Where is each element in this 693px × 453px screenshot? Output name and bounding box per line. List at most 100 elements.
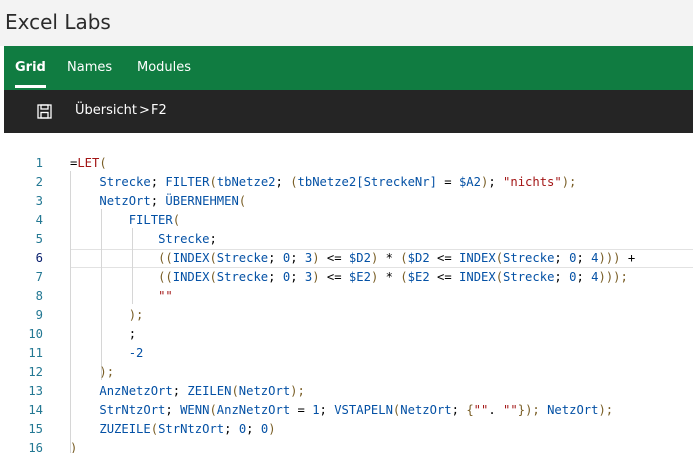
code-token: Strecke [503, 270, 555, 284]
code-text: ) [70, 439, 77, 453]
code-token: Strecke [216, 270, 269, 284]
code-token: ( [150, 422, 159, 436]
code-token: ; [576, 251, 592, 265]
code-token: ; [150, 175, 166, 189]
code-line[interactable]: 11 -2 [4, 344, 693, 363]
tab-grid[interactable]: Grid [15, 46, 46, 90]
breadcrumb-sheet[interactable]: Übersicht [75, 103, 137, 118]
code-token: ( [495, 270, 504, 284]
editor-toolbar: Übersicht > F2 [4, 90, 693, 133]
code-token: ( [400, 251, 408, 265]
code-text: Strecke; [70, 230, 217, 249]
code-token: ( [209, 251, 217, 265]
line-number: 16 [28, 441, 43, 453]
code-token: FILTER [165, 175, 210, 189]
code-token: ; [268, 270, 283, 284]
code-token: Strecke [99, 175, 151, 189]
code-token: <= [429, 270, 460, 284]
breadcrumb-separator: > [139, 103, 150, 118]
title-bar: Excel Labs [0, 0, 693, 46]
line-number: 5 [35, 232, 43, 246]
code-token: 1 [312, 403, 320, 417]
line-number: 13 [28, 384, 43, 398]
save-icon[interactable] [37, 104, 52, 119]
code-token: ; [554, 270, 570, 284]
code-line[interactable]: 14 StrNtzOrt; WENN(AnzNetzOrt = 1; VSTAP… [4, 401, 693, 420]
code-token: (( [158, 270, 173, 284]
code-text: AnzNetzOrt; ZEILEN(NetzOrt); [70, 382, 305, 401]
code-token: ( [495, 251, 504, 265]
code-token: + [620, 251, 636, 265]
code-line[interactable]: 13 AnzNetzOrt; ZEILEN(NetzOrt); [4, 382, 693, 401]
code-line[interactable]: 9 ); [4, 306, 693, 325]
code-line[interactable]: 12 ); [4, 363, 693, 382]
formula-editor[interactable]: 1 =LET(2 Strecke; FILTER(tbNetze2; (tbNet… [4, 133, 693, 453]
code-token: VSTAPELN [334, 403, 393, 417]
code-token: ; [246, 422, 261, 436]
line-number: 8 [35, 289, 43, 303]
code-token: LET [77, 156, 100, 170]
breadcrumb-cell: F2 [151, 103, 167, 118]
code-line[interactable]: 1 =LET( [4, 154, 693, 173]
code-token: ( [172, 213, 181, 227]
code-token: AnzNetzOrt [216, 403, 291, 417]
code-line[interactable]: 4 FILTER( [4, 211, 693, 230]
code-token: "" [473, 403, 489, 417]
code-token: ) [312, 251, 320, 265]
code-line[interactable]: 10 ; [4, 325, 693, 344]
code-token: INDEX [172, 270, 210, 284]
code-token: Strecke [503, 251, 555, 265]
code-line[interactable]: 16) [4, 439, 693, 453]
code-token: "nichts" [503, 175, 562, 189]
code-token: ( [209, 403, 217, 417]
code-token: FILTER [128, 213, 173, 227]
tab-names[interactable]: Names [67, 46, 112, 90]
code-token: -2 [128, 346, 144, 360]
code-token: ; [150, 194, 166, 208]
code-text: ; [70, 325, 136, 344]
code-line[interactable]: 15 ZUZEILE(StrNtzOrt; 0; 0) [4, 420, 693, 439]
code-token: ; [451, 403, 467, 417]
code-token: ; [554, 251, 570, 265]
line-number: 4 [35, 213, 43, 227]
code-token: $E2 [348, 270, 371, 284]
code-token: * [378, 270, 401, 284]
code-token: ; [224, 422, 239, 436]
code-token: }); [517, 403, 540, 417]
code-token: { [466, 403, 474, 417]
code-line[interactable]: 5 Strecke; [4, 230, 693, 249]
code-token: ; [165, 403, 181, 417]
code-token: StrNtzOrt [158, 422, 225, 436]
line-number: 3 [35, 194, 43, 208]
code-token: ))) [598, 251, 621, 265]
code-token: NetzOrt [400, 403, 452, 417]
code-text: ((INDEX(Strecke; 0; 3) <= $E2) * ($E2 <=… [70, 268, 628, 287]
code-token: tbNetze2[StreckeNr] [297, 175, 437, 189]
code-line[interactable]: 3 NetzOrt; ÜBERNEHMEN( [4, 192, 693, 211]
code-token: ) [70, 441, 78, 453]
code-token: WENN [180, 403, 210, 417]
code-token: ); [128, 308, 144, 322]
code-line[interactable]: 2 Strecke; FILTER(tbNetze2; (tbNetze2[St… [4, 173, 693, 192]
line-number: 7 [35, 270, 43, 284]
line-number: 9 [35, 308, 43, 322]
code-line[interactable]: 6 ((INDEX(Strecke; 0; 3) <= $D2) * ($D2 … [4, 249, 693, 268]
code-line[interactable]: 8 "" [4, 287, 693, 306]
tab-modules[interactable]: Modules [137, 46, 191, 90]
line-number: 11 [28, 346, 43, 360]
code-text: ); [70, 306, 144, 325]
code-text: FILTER( [70, 211, 180, 230]
code-token: NetzOrt [99, 194, 151, 208]
code-token: ÜBERNEHMEN [165, 194, 239, 208]
code-line[interactable]: 7 ((INDEX(Strecke; 0; 3) <= $E2) * ($E2 … [4, 268, 693, 287]
code-token: ; [290, 270, 305, 284]
